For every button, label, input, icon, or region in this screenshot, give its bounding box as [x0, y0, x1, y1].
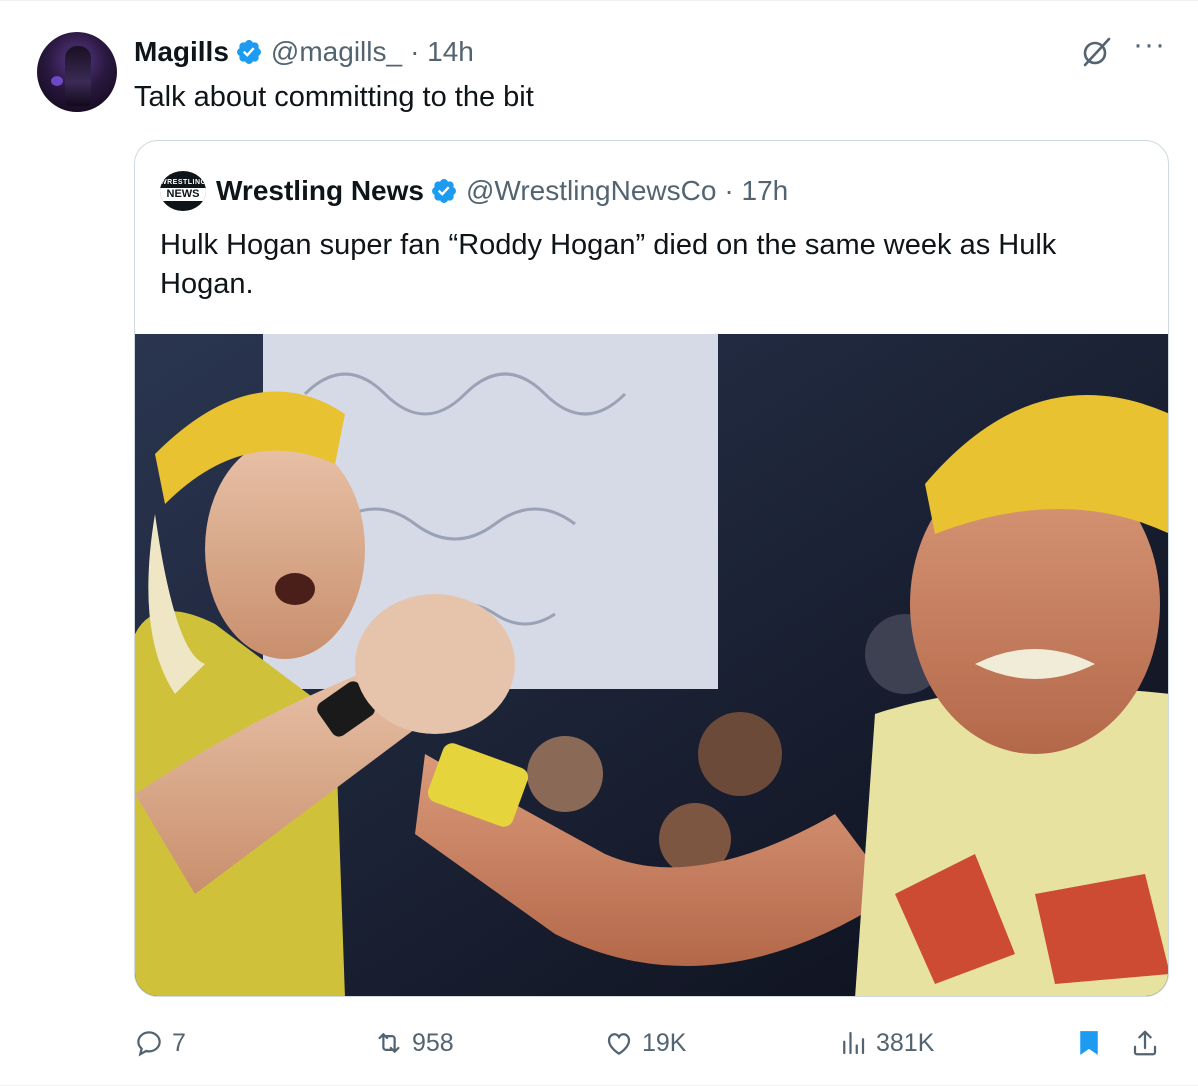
header-icons: ··· — [1079, 30, 1166, 69]
display-name[interactable]: Magills — [134, 36, 229, 68]
avatar[interactable] — [37, 32, 117, 112]
wrestling-news-logo[interactable]: WRESTLING NEWS — [160, 171, 206, 211]
views-count: 381K — [876, 1028, 935, 1057]
bookmark-icon — [1080, 1031, 1098, 1055]
photo-illustration — [135, 334, 1168, 996]
quoted-timestamp[interactable]: · 17h — [724, 175, 788, 207]
handle[interactable]: @magills_ — [271, 36, 402, 68]
avatar-figure — [65, 46, 91, 106]
quoted-tweet[interactable]: WRESTLING NEWS Wrestling News @Wrestling… — [134, 140, 1169, 997]
repost-icon — [378, 1033, 400, 1053]
quoted-header: WRESTLING NEWS Wrestling News @Wrestling… — [160, 171, 788, 211]
bookmark-button[interactable] — [1074, 1023, 1104, 1063]
more-icon[interactable]: ··· — [1133, 30, 1166, 60]
logo-line2: NEWS — [160, 188, 206, 201]
share-icon — [1133, 1030, 1157, 1056]
grok-icon[interactable] — [1079, 33, 1115, 69]
action-bar: 7 958 19K 381K — [134, 1023, 1174, 1063]
views-icon — [843, 1031, 865, 1055]
quoted-photo[interactable] — [135, 334, 1168, 996]
tweet-header: Magills @magills_ · 14h — [134, 35, 474, 69]
left-man-mouth — [275, 573, 315, 605]
repost-count: 958 — [412, 1028, 454, 1057]
quoted-text: Hulk Hogan super fan “Roddy Hogan” died … — [160, 229, 1057, 300]
views-button[interactable]: 381K — [838, 1023, 934, 1063]
quoted-display-name[interactable]: Wrestling News — [216, 175, 424, 207]
left-man-face — [205, 439, 365, 659]
reply-count: 7 — [172, 1028, 186, 1057]
like-count: 19K — [642, 1028, 687, 1057]
repost-button[interactable]: 958 — [374, 1023, 454, 1063]
reply-icon — [137, 1031, 161, 1057]
avatar-glow — [51, 76, 63, 86]
like-button[interactable]: 19K — [604, 1023, 686, 1063]
tweet-text: Talk about committing to the bit — [134, 81, 534, 113]
verified-badge-icon[interactable] — [430, 177, 458, 205]
verified-badge-icon[interactable] — [235, 38, 263, 66]
reply-button[interactable]: 7 — [134, 1023, 186, 1063]
quoted-handle[interactable]: @WrestlingNewsCo — [466, 175, 716, 207]
clasped-hands — [355, 594, 515, 734]
tweet[interactable]: Magills @magills_ · 14h ··· Talk about c… — [0, 0, 1198, 1086]
share-button[interactable] — [1130, 1023, 1160, 1063]
crowd-face — [698, 712, 782, 796]
crowd-face — [527, 736, 603, 812]
like-icon — [607, 1033, 631, 1055]
logo-line1: WRESTLING — [160, 179, 206, 186]
timestamp[interactable]: · 14h — [410, 36, 474, 68]
